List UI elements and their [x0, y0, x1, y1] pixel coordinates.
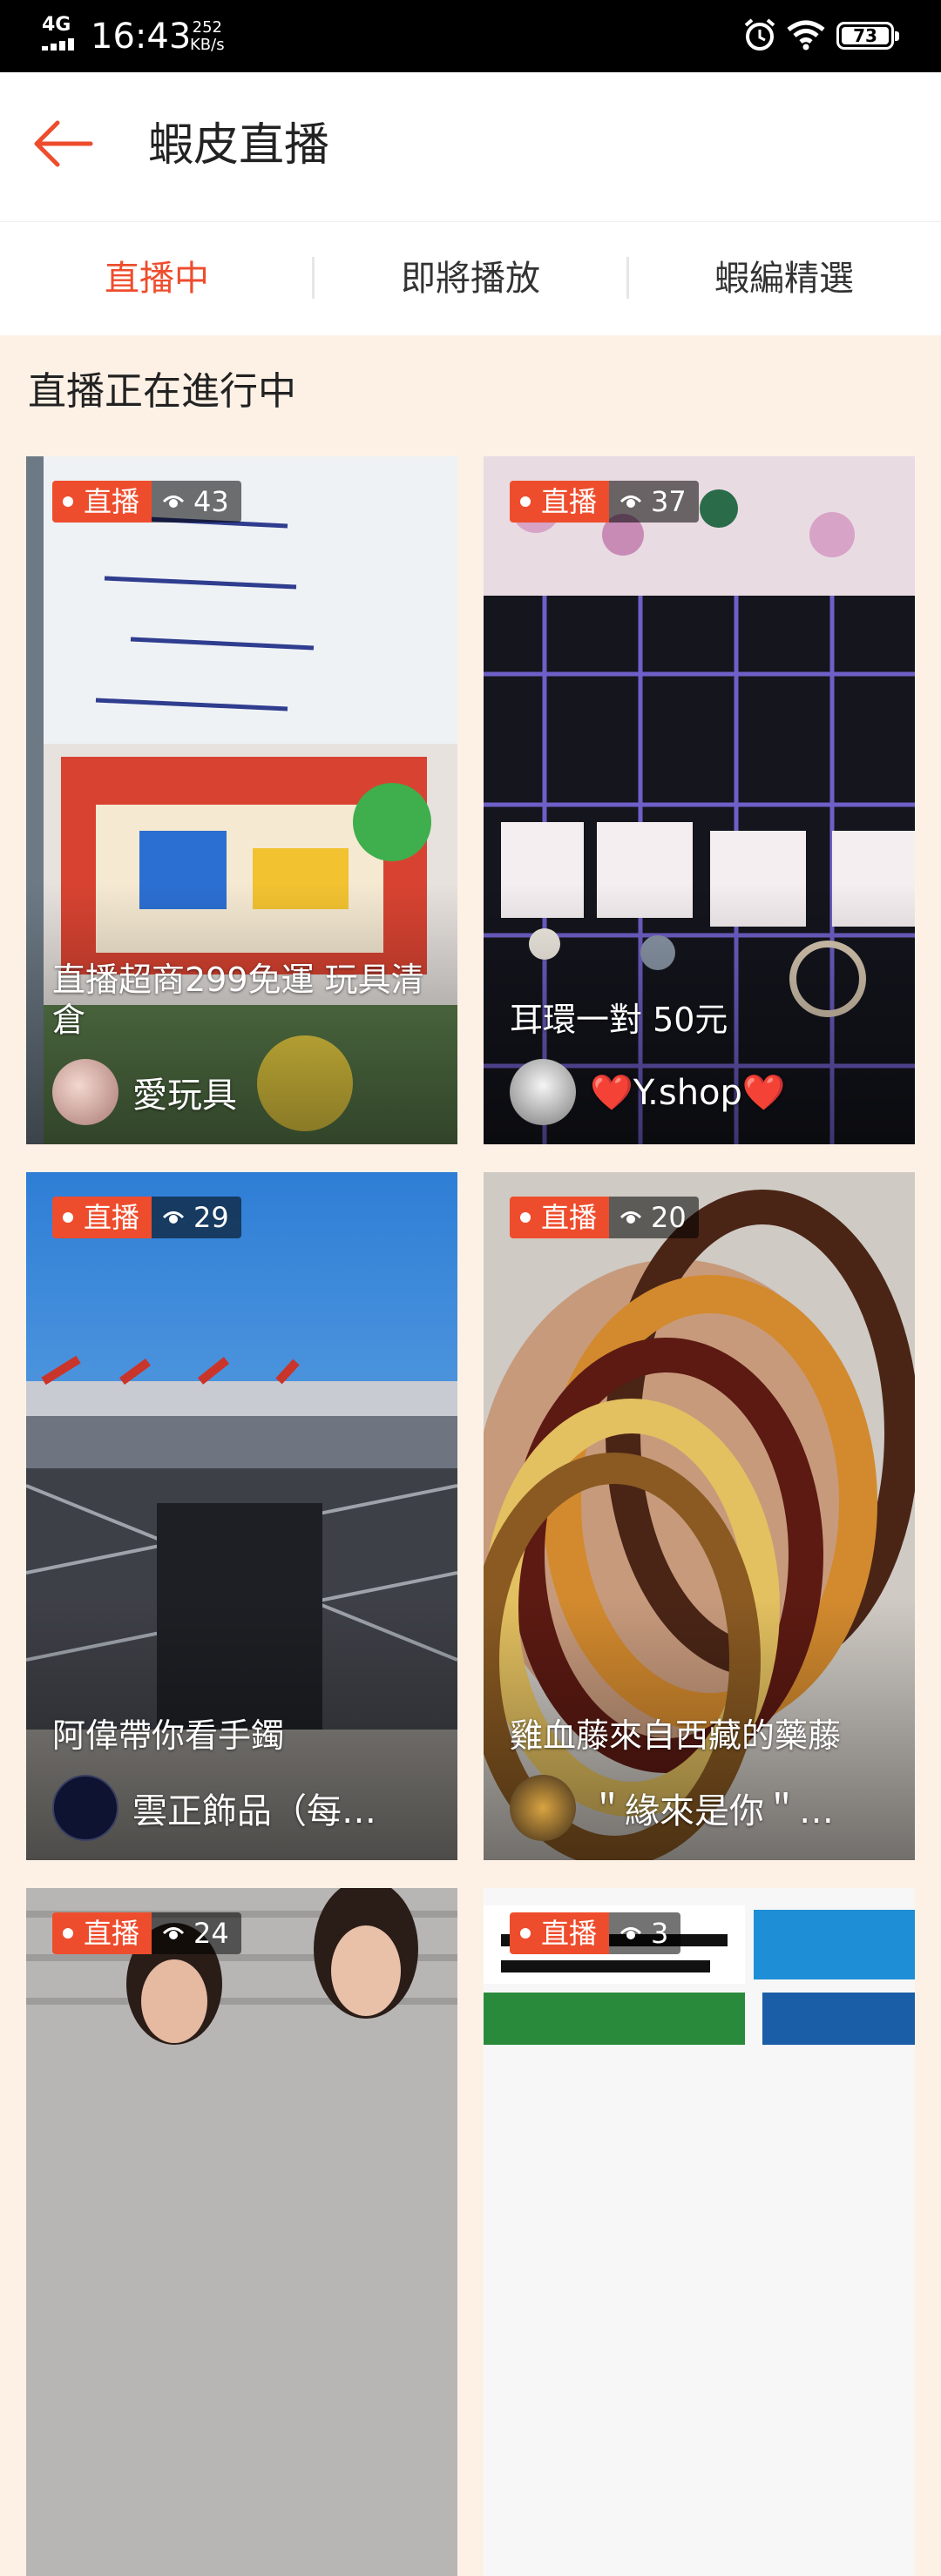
network-speed: 252 KB/s: [190, 18, 225, 54]
stream-title: 雞血藤來自西藏的藥藤: [510, 1716, 842, 1755]
page-title: 蝦皮直播: [148, 119, 330, 172]
stream-thumbnail: [484, 1888, 915, 2576]
stream-card[interactable]: 直播 24: [26, 1888, 457, 2576]
avatar: [510, 1059, 576, 1125]
seller-info: 雲正飾品（每…: [52, 1775, 440, 1841]
live-dot-icon: [520, 1212, 531, 1223]
eye-icon: [162, 1927, 185, 1939]
battery-level: 73: [853, 25, 877, 46]
stream-card[interactable]: 直播 29 阿偉帶你看手鐲 雲正飾品（每…: [26, 1172, 457, 1860]
seller-name: 愛玩具: [132, 1076, 237, 1116]
tab-upcoming[interactable]: 即將播放: [314, 222, 627, 335]
view-count: 3: [651, 1917, 669, 1950]
live-badge: 直播 29: [52, 1197, 241, 1238]
seller-name: 雲正飾品（每…: [132, 1791, 376, 1831]
tab-bar: 直播中 即將播放 蝦編精選: [0, 221, 941, 335]
stream-card[interactable]: 直播 3: [484, 1888, 915, 2576]
live-badge: 直播 37: [510, 481, 699, 523]
alarm-icon: [744, 18, 775, 51]
seller-name: ＂緣來是你＂…: [590, 1791, 834, 1831]
view-count: 20: [651, 1201, 687, 1234]
stream-title: 阿偉帶你看手鐲: [52, 1716, 285, 1755]
live-badge: 直播 3: [510, 1912, 681, 1954]
live-dot-icon: [520, 1928, 531, 1939]
tab-live-now[interactable]: 直播中: [0, 222, 314, 335]
status-bar: 4G 16:43 252 KB/s 73: [0, 0, 941, 72]
arrow-left-icon[interactable]: [31, 116, 94, 172]
eye-icon: [619, 1211, 642, 1224]
signal-icon: [42, 38, 82, 51]
seller-info: ❤️Y.shop❤️: [510, 1059, 897, 1125]
avatar: [510, 1775, 576, 1841]
stream-title: 耳環一對 50元: [510, 1001, 728, 1039]
network-type: 4G: [42, 14, 71, 36]
stream-title: 直播超商299免運 玩具清倉: [52, 961, 424, 1039]
app-header: 蝦皮直播: [0, 72, 941, 221]
view-count: 24: [193, 1917, 229, 1950]
eye-icon: [162, 496, 185, 508]
live-dot-icon: [63, 1928, 73, 1939]
tab-editors-picks[interactable]: 蝦編精選: [627, 222, 941, 335]
live-badge: 直播 24: [52, 1912, 241, 1954]
stream-card[interactable]: 直播 37 耳環一對 50元 ❤️Y.shop❤️: [484, 456, 915, 1144]
eye-icon: [619, 1927, 642, 1939]
seller-info: 愛玩具: [52, 1059, 440, 1125]
section-title: 直播正在進行中: [28, 369, 296, 414]
view-count: 29: [193, 1201, 229, 1234]
eye-icon: [162, 1211, 185, 1224]
live-dot-icon: [63, 496, 73, 507]
battery-icon: 73: [836, 22, 899, 50]
eye-icon: [619, 496, 642, 508]
live-dot-icon: [520, 496, 531, 507]
avatar: [52, 1775, 118, 1841]
avatar: [52, 1059, 118, 1125]
stream-thumbnail: [26, 1888, 457, 2576]
stream-card[interactable]: 直播 43 直播超商299免運 玩具清倉 愛玩具: [26, 456, 457, 1144]
live-badge: 直播 20: [510, 1197, 699, 1238]
live-dot-icon: [63, 1212, 73, 1223]
view-count: 43: [193, 485, 229, 518]
clock: 16:43: [91, 17, 192, 57]
seller-info: ＂緣來是你＂…: [510, 1775, 897, 1841]
wifi-icon: [787, 20, 825, 51]
stream-card[interactable]: 直播 20 雞血藤來自西藏的藥藤 ＂緣來是你＂…: [484, 1172, 915, 1860]
seller-name: ❤️Y.shop❤️: [590, 1072, 786, 1113]
view-count: 37: [651, 485, 687, 518]
live-badge: 直播 43: [52, 481, 241, 523]
